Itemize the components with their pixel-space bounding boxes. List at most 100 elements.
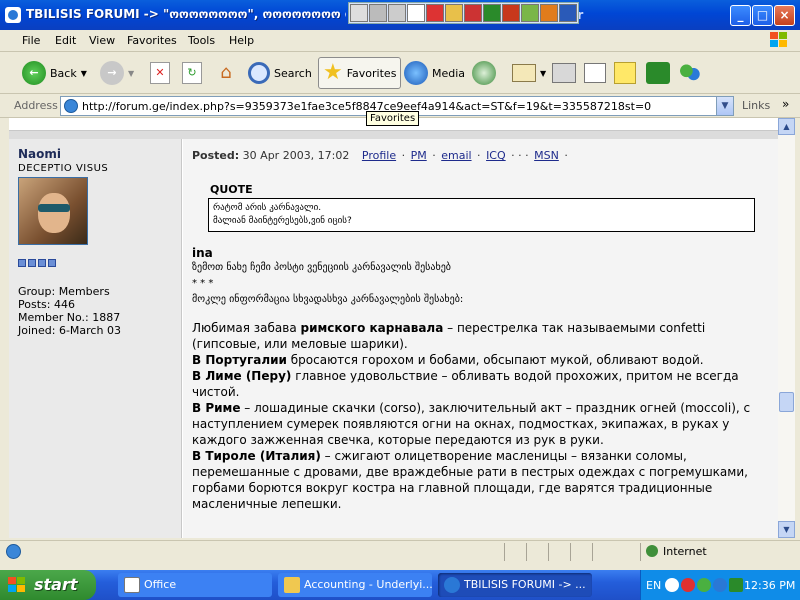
paragraph: В Риме – лошадиные скачки (corso), заклю… bbox=[192, 401, 751, 447]
menu-tools[interactable]: Tools bbox=[188, 34, 215, 47]
system-tray: EN 12:36 PM bbox=[640, 570, 800, 600]
start-button[interactable]: start bbox=[0, 570, 96, 600]
scroll-up-button[interactable]: ▲ bbox=[778, 118, 795, 135]
edit-button[interactable] bbox=[584, 57, 606, 89]
quick-launch-icon[interactable] bbox=[502, 4, 520, 22]
menu-file[interactable]: File bbox=[22, 34, 40, 47]
taskbar-item-office[interactable]: Office bbox=[118, 573, 272, 597]
paragraph: В Тироле (Италия) – сжигают олицетворени… bbox=[192, 449, 748, 511]
post-header: Posted: 30 Apr 2003, 17:02 Profile · PM … bbox=[192, 149, 568, 162]
chevron-right-icon[interactable]: » bbox=[782, 97, 789, 111]
history-button[interactable] bbox=[472, 57, 496, 89]
maximize-button[interactable]: □ bbox=[752, 5, 773, 26]
email-link[interactable]: email bbox=[441, 149, 471, 162]
minimize-button[interactable]: _ bbox=[730, 5, 751, 26]
reply-intro: ზემოთ ნახე ჩემი პოსტი ვენეციის კარნავალი… bbox=[192, 262, 451, 273]
posted-label: Posted: bbox=[192, 149, 240, 162]
office-icon bbox=[124, 577, 140, 593]
scroll-down-button[interactable]: ▼ bbox=[778, 521, 795, 538]
tray-icon[interactable] bbox=[729, 578, 743, 592]
tray-icon[interactable] bbox=[665, 578, 679, 592]
windows-logo-icon bbox=[770, 32, 790, 50]
vertical-scrollbar[interactable]: ▲ ▼ bbox=[778, 118, 795, 538]
address-dropdown-button[interactable]: ▼ bbox=[716, 97, 733, 115]
paragraph: В Португалии бросаются горохом и бобами,… bbox=[192, 353, 704, 367]
chevron-down-icon[interactable]: ▼ bbox=[81, 69, 87, 78]
address-label: Address bbox=[14, 99, 58, 112]
quick-launch-icon[interactable] bbox=[521, 4, 539, 22]
menu-help[interactable]: Help bbox=[229, 34, 254, 47]
favorites-button[interactable]: ★ Favorites bbox=[318, 57, 402, 89]
taskbar-item-accounting[interactable]: Accounting - Underlyi... bbox=[278, 573, 432, 597]
sunglasses-icon bbox=[38, 204, 70, 212]
msn-link[interactable]: MSN bbox=[534, 149, 559, 162]
messenger-lite-button[interactable] bbox=[646, 57, 670, 89]
poster-name[interactable]: Naomi bbox=[18, 147, 61, 161]
search-icon bbox=[248, 62, 270, 84]
menu-bar: File Edit View Favorites Tools Help bbox=[0, 30, 800, 52]
discuss-button[interactable] bbox=[614, 57, 636, 89]
title-bar[interactable]: TBILISIS FORUMI -> "ოოოოოოოო", ოოოოოოოო … bbox=[0, 0, 800, 30]
menu-favorites[interactable]: Favorites bbox=[127, 34, 177, 47]
folder-icon bbox=[284, 577, 300, 593]
quick-launch-icon[interactable] bbox=[445, 4, 463, 22]
quick-launch-icon[interactable] bbox=[483, 4, 501, 22]
menu-edit[interactable]: Edit bbox=[55, 34, 76, 47]
quick-launch-icon[interactable] bbox=[464, 4, 482, 22]
favorites-tooltip: Favorites bbox=[366, 111, 420, 126]
chevron-down-icon[interactable]: ▼ bbox=[540, 69, 546, 78]
icq-link[interactable]: ICQ bbox=[486, 149, 506, 162]
stop-button[interactable]: ✕ bbox=[150, 57, 170, 89]
quick-launch-icon[interactable] bbox=[369, 4, 387, 22]
search-button[interactable]: Search bbox=[248, 57, 312, 89]
quick-launch-icon[interactable] bbox=[350, 4, 368, 22]
ie-icon bbox=[444, 577, 460, 593]
home-icon: ⌂ bbox=[220, 62, 232, 83]
clock[interactable]: 12:36 PM bbox=[744, 579, 795, 592]
quick-launch-icon[interactable] bbox=[388, 4, 406, 22]
note-icon bbox=[614, 62, 636, 84]
favorites-label: Favorites bbox=[346, 66, 397, 80]
profile-link[interactable]: Profile bbox=[362, 149, 396, 162]
media-icon bbox=[404, 61, 428, 85]
quote-box: რატომ არის კარნავალი. მალიან მაინტერესებ… bbox=[208, 198, 755, 232]
tray-icon[interactable] bbox=[681, 578, 695, 592]
taskbar: start Office Accounting - Underlyi... TB… bbox=[0, 570, 800, 600]
messenger-button[interactable] bbox=[678, 57, 702, 89]
tray-icon[interactable] bbox=[697, 578, 711, 592]
edit-icon bbox=[584, 63, 606, 83]
search-label: Search bbox=[274, 66, 312, 80]
language-indicator[interactable]: EN bbox=[646, 579, 661, 592]
messenger-lite-icon bbox=[646, 62, 670, 84]
menu-view[interactable]: View bbox=[89, 34, 115, 47]
media-button[interactable]: Media bbox=[404, 57, 465, 89]
quick-launch-icon[interactable] bbox=[407, 4, 425, 22]
chevron-down-icon[interactable]: ▼ bbox=[128, 69, 134, 78]
back-button[interactable]: ← Back ▼ bbox=[22, 57, 87, 89]
window-title: TBILISIS FORUMI -> "ოოოოოოოო", ოოოოოოოო … bbox=[26, 7, 346, 21]
post-text: Любимая забава римского карнавала – пере… bbox=[192, 320, 752, 512]
forward-button[interactable]: → ▼ bbox=[100, 57, 134, 89]
quote-line: რატომ არის კარნავალი. bbox=[213, 203, 322, 213]
scroll-thumb[interactable] bbox=[779, 392, 794, 412]
ie-icon bbox=[5, 7, 21, 23]
member-joined: Joined: 6-March 03 bbox=[18, 324, 121, 337]
pm-link[interactable]: PM bbox=[411, 149, 427, 162]
reply-more: მოკლე ინფორმაცია სხვადასხვა კარნავალების… bbox=[192, 294, 464, 305]
quick-launch-icon[interactable] bbox=[540, 4, 558, 22]
reply-author: ina bbox=[192, 246, 213, 260]
links-button[interactable]: Links bbox=[742, 99, 770, 112]
tray-icon[interactable] bbox=[713, 578, 727, 592]
page-icon bbox=[64, 99, 78, 113]
home-button[interactable]: ⌂ bbox=[214, 57, 238, 89]
mail-button[interactable]: ▼ bbox=[512, 57, 546, 89]
status-bar: Internet bbox=[0, 540, 800, 562]
refresh-icon: ↻ bbox=[182, 62, 202, 84]
refresh-button[interactable]: ↻ bbox=[182, 57, 202, 89]
back-arrow-icon: ← bbox=[22, 61, 46, 85]
quick-launch-icon[interactable] bbox=[426, 4, 444, 22]
quick-launch-icon[interactable] bbox=[559, 4, 577, 22]
taskbar-item-ie[interactable]: TBILISIS FORUMI -> ... bbox=[438, 573, 592, 597]
close-button[interactable]: × bbox=[774, 5, 795, 26]
print-button[interactable] bbox=[552, 57, 576, 89]
